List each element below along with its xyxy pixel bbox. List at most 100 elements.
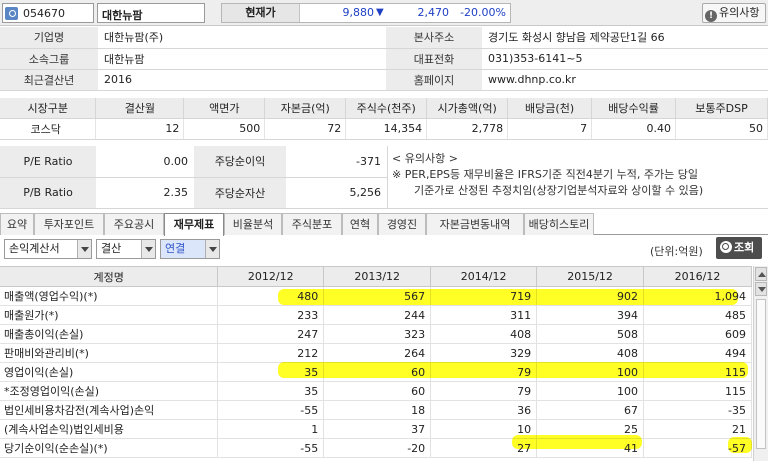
table-cell: -20 [323, 438, 432, 458]
statement-type-value: 손익계산서 [9, 242, 60, 255]
info-row: 기업명 대한뉴팜(주) 본사주소 경기도 화성시 향남읍 제약공단1길 66 [0, 27, 768, 49]
table-cell: 408 [536, 343, 645, 363]
table-cell: 264 [323, 343, 432, 363]
table-cell: 408 [430, 324, 538, 344]
table-cell: 485 [643, 305, 752, 325]
market-value-row: 코스닥 12 500 72 14,354 2,778 7 0.40 50 [0, 118, 768, 140]
table-cell: 1,094 [643, 286, 752, 306]
table-cell: -57 [643, 438, 752, 458]
tab-summary[interactable]: 요약 [0, 213, 34, 235]
search-icon [720, 241, 732, 253]
tab-disclosures[interactable]: 주요공시 [104, 213, 164, 235]
account-name: *조정영업이익(손실) [0, 381, 219, 401]
tab-management[interactable]: 경영진 [378, 213, 426, 235]
stock-code-input[interactable]: 054670 [2, 3, 94, 23]
table-row: 당기순이익(순손실)(*) -55 -20 27 41 -57 [0, 438, 752, 458]
basis-select[interactable]: 연결 [160, 239, 220, 259]
period-select[interactable]: 결산 [96, 239, 156, 259]
info-row: 소속그룹 대한뉴팜 대표전화 031)353-6141~5 [0, 48, 768, 70]
market-header: 시장구분 [0, 98, 97, 119]
company-info-table: 기업명 대한뉴팜(주) 본사주소 경기도 화성시 향남읍 제약공단1길 66 소… [0, 27, 768, 91]
info-value: 경기도 화성시 향남읍 제약공단1길 66 [482, 27, 768, 49]
tab-history[interactable]: 연혁 [342, 213, 378, 235]
table-cell: 323 [323, 324, 432, 344]
market-value: 2,778 [426, 118, 509, 140]
table-cell: 21 [643, 419, 752, 439]
table-cell: 35 [217, 362, 325, 382]
ratio-row: P/B Ratio 2.35 주당순자산 5,256 [0, 177, 387, 209]
account-name: (계속사업손익)법인세비용 [0, 419, 219, 439]
info-value: 대한뉴팜(주) [98, 27, 386, 49]
market-value: 50 [675, 118, 768, 140]
tab-financial-statements[interactable]: 재무제표 [164, 213, 224, 236]
scroll-up-icon[interactable] [755, 267, 767, 281]
tab-investment-points[interactable]: 투자포인트 [34, 213, 104, 235]
info-label: 기업명 [0, 27, 98, 49]
price-label: 현재가 [222, 4, 300, 22]
table-cell: -55 [217, 438, 325, 458]
market-value: 7 [507, 118, 593, 140]
account-name: 당기순이익(순손실)(*) [0, 438, 219, 458]
view-button-label: 조회 [734, 241, 755, 254]
scroll-down-icon[interactable] [755, 282, 767, 296]
table-cell: 567 [323, 286, 432, 306]
financial-header-year: 2013/12 [323, 266, 432, 287]
table-cell: 115 [643, 381, 752, 401]
table-row: 판매비와관리비(*) 212 264 329 408 494 [0, 343, 752, 363]
notice-button-label: 유의사항 [719, 6, 760, 19]
view-button[interactable]: 조회 [716, 237, 762, 259]
chevron-down-icon[interactable] [77, 240, 91, 258]
table-row: 영업이익(손실) 35 60 79 100 115 [0, 362, 752, 382]
notice-button[interactable]: ! 유의사항 [702, 3, 766, 23]
unit-label: (단위:억원) [650, 245, 703, 258]
table-row: (계속사업손익)법인세비용 1 37 10 25 21 [0, 419, 752, 439]
market-value: 코스닥 [0, 118, 97, 140]
table-cell: 719 [430, 286, 538, 306]
down-arrow-icon: ▼ [376, 7, 384, 18]
table-cell: 36 [430, 400, 538, 420]
financial-header-year: 2015/12 [536, 266, 645, 287]
table-cell: 480 [217, 286, 325, 306]
bps-label: 주당순자산 [194, 177, 286, 209]
price-change-pct: -20.00% [460, 6, 506, 19]
market-header: 보통주DSP [675, 98, 768, 119]
tab-ratio-analysis[interactable]: 비율분석 [224, 213, 282, 235]
table-cell: 115 [643, 362, 752, 382]
price-panel: 현재가 9,880 ▼ 2,470 -20.00% [221, 3, 511, 23]
table-cell: 10 [430, 419, 538, 439]
eps-label: 주당순이익 [194, 146, 286, 178]
table-cell: 67 [536, 400, 645, 420]
vertical-scrollbar[interactable] [753, 266, 768, 461]
account-name: 매출총이익(손실) [0, 324, 219, 344]
table-cell: 329 [430, 343, 538, 363]
financial-header-year: 2014/12 [430, 266, 538, 287]
table-cell: 212 [217, 343, 325, 363]
tab-share-distribution[interactable]: 주식분포 [282, 213, 342, 235]
table-cell: 394 [536, 305, 645, 325]
period-value: 결산 [101, 242, 122, 255]
statement-type-select[interactable]: 손익계산서 [4, 239, 92, 259]
current-price: 9,880 [342, 6, 375, 19]
market-header: 결산월 [95, 98, 185, 119]
info-label: 홈페이지 [386, 69, 482, 91]
chevron-down-icon[interactable] [205, 240, 219, 258]
chevron-down-icon[interactable] [141, 240, 155, 258]
tab-dividend-history[interactable]: 배당히스토리 [524, 213, 594, 235]
tab-capital-changes[interactable]: 자본금변동내역 [426, 213, 524, 235]
table-cell: 233 [217, 305, 325, 325]
search-icon[interactable] [5, 7, 18, 20]
table-cell: 902 [536, 286, 645, 306]
scrollbar-thumb[interactable] [756, 299, 766, 449]
table-cell: -35 [643, 400, 752, 420]
table-cell: 60 [323, 381, 432, 401]
table-row: 매출원가(*) 233 244 311 394 485 [0, 305, 752, 325]
market-value: 12 [95, 118, 185, 140]
stock-name-field[interactable]: 대한뉴팜 [97, 3, 205, 23]
homepage-link[interactable]: www.dhnp.co.kr [482, 69, 768, 91]
account-name: 법인세비용차감전(계속사업)손익 [0, 400, 219, 420]
basis-value: 연결 [165, 242, 186, 255]
price-change: 2,470 [417, 6, 450, 19]
market-header: 배당금(천) [507, 98, 593, 119]
table-cell: 41 [536, 438, 645, 458]
table-cell: 79 [430, 381, 538, 401]
